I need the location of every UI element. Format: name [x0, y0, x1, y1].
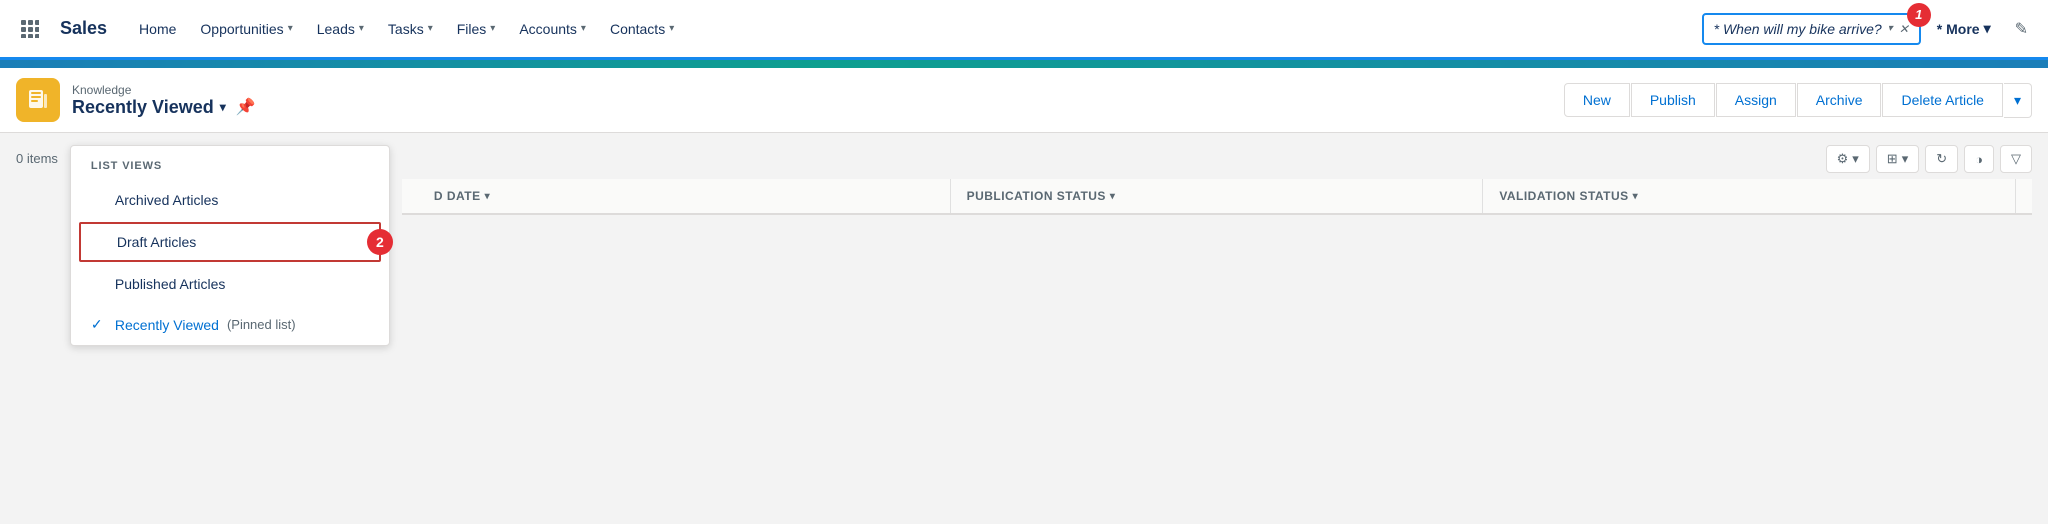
recently-viewed-label: Recently Viewed [115, 317, 219, 333]
list-item-archived[interactable]: Archived Articles [71, 180, 389, 220]
items-count: 0 items [16, 145, 58, 166]
refresh-button[interactable]: ↻ [1925, 145, 1958, 173]
active-tab-label: * When will my bike arrive? [1714, 21, 1882, 37]
main-content: Knowledge Recently Viewed ▾ 📌 New Publis… [0, 68, 2048, 358]
pinned-label: (Pinned list) [227, 317, 296, 332]
published-articles-label: Published Articles [115, 276, 226, 292]
publish-button[interactable]: Publish [1631, 83, 1715, 117]
close-tab-button[interactable]: ✕ [1899, 22, 1909, 36]
nav-accounts-label: Accounts [519, 21, 577, 37]
col-validation-label: Validation Status [1499, 189, 1628, 203]
nav-home-label: Home [139, 21, 176, 37]
nav-item-files[interactable]: Files ▾ [445, 13, 508, 45]
col-publication-label: Publication Status [967, 189, 1106, 203]
chevron-down-icon: ▾ [1902, 151, 1909, 167]
edit-icon[interactable]: ✎ [2007, 11, 2036, 47]
actions-dropdown-button[interactable]: ▾ [2004, 83, 2032, 118]
knowledge-module-icon [16, 78, 60, 122]
settings-button[interactable]: ⚙ ▾ [1826, 145, 1870, 173]
draft-articles-label: Draft Articles [117, 234, 196, 250]
list-views-dropdown: LIST VIEWS Archived Articles Draft Artic… [70, 145, 390, 346]
chevron-down-icon: ▾ [669, 23, 674, 34]
chevron-down-icon: ▾ [288, 23, 293, 34]
assign-button[interactable]: Assign [1716, 83, 1796, 117]
nav-more-button[interactable]: * More ▾ [1925, 12, 2003, 45]
filter-icon: ▽ [2011, 151, 2021, 167]
table-tools-row: ⚙ ▾ ⊞ ▾ ↻ ◑ ▽ [402, 145, 2032, 173]
col-header-validation-status[interactable]: Validation Status ▾ [1483, 179, 2016, 213]
nav-item-leads[interactable]: Leads ▾ [305, 13, 376, 45]
nav-active-tab[interactable]: * When will my bike arrive? ▾ ✕ 1 [1702, 13, 1921, 45]
grid-icon[interactable] [12, 11, 48, 47]
filter-button[interactable]: ▽ [2000, 145, 2032, 173]
module-name: Knowledge [72, 83, 256, 97]
nav-item-contacts[interactable]: Contacts ▾ [598, 13, 686, 45]
view-selector[interactable]: Recently Viewed ▾ 📌 [72, 97, 256, 118]
column-headers: d Date ▾ Publication Status ▾ Validation… [402, 179, 2032, 215]
breadcrumb-area: Knowledge Recently Viewed ▾ 📌 [72, 83, 256, 118]
list-views-header: LIST VIEWS [71, 146, 389, 180]
chevron-down-icon: ▾ [1984, 20, 1991, 37]
chart-icon: ◑ [1975, 152, 1983, 167]
toolbar-row: Knowledge Recently Viewed ▾ 📌 New Publis… [0, 68, 2048, 133]
nav-more-label: * More [1937, 21, 1980, 37]
chevron-down-icon: ▾ [1852, 151, 1859, 167]
nav-files-label: Files [457, 21, 487, 37]
delete-article-button[interactable]: Delete Article [1882, 83, 2002, 117]
list-item-draft[interactable]: Draft Articles 2 [79, 222, 381, 262]
chevron-down-icon: ▾ [1633, 191, 1639, 202]
charts-button[interactable]: ◑ [1964, 145, 1994, 173]
nav-contacts-label: Contacts [610, 21, 665, 37]
chevron-down-icon: ▾ [490, 23, 495, 34]
chevron-down-icon: ▾ [1110, 191, 1116, 202]
nav-bar: Sales Home Opportunities ▾ Leads ▾ Tasks… [0, 0, 2048, 60]
new-button[interactable]: New [1564, 83, 1630, 117]
nav-item-opportunities[interactable]: Opportunities ▾ [188, 13, 304, 45]
nav-item-home[interactable]: Home [127, 13, 188, 45]
chevron-down-icon: ▾ [1888, 23, 1893, 34]
columns-button[interactable]: ⊞ ▾ [1876, 145, 1919, 173]
step-badge-1: 1 [1907, 3, 1931, 27]
view-name: Recently Viewed [72, 97, 214, 118]
chevron-down-icon: ▾ [485, 191, 491, 202]
content-area: 0 items LIST VIEWS Archived Articles Dra… [0, 133, 2048, 358]
col-date-label: d Date [434, 189, 481, 203]
nav-item-tasks[interactable]: Tasks ▾ [376, 13, 445, 45]
step-badge-2: 2 [367, 229, 393, 255]
table-area: ⚙ ▾ ⊞ ▾ ↻ ◑ ▽ d Da [402, 145, 2032, 215]
nav-tasks-label: Tasks [388, 21, 424, 37]
check-icon: ✓ [91, 316, 107, 333]
gear-icon: ⚙ [1837, 151, 1849, 167]
col-header-date[interactable]: d Date ▾ [418, 179, 951, 213]
nav-item-accounts[interactable]: Accounts ▾ [507, 13, 598, 45]
columns-icon: ⊞ [1887, 151, 1898, 167]
nav-items: Home Opportunities ▾ Leads ▾ Tasks ▾ Fil… [127, 13, 1694, 45]
toolbar-actions: New Publish Assign Archive Delete Articl… [1564, 83, 2032, 118]
nav-opportunities-label: Opportunities [200, 21, 283, 37]
list-item-recently-viewed[interactable]: ✓ Recently Viewed (Pinned list) [71, 304, 389, 345]
chevron-down-icon: ▾ [428, 23, 433, 34]
chevron-down-icon: ▾ [581, 23, 586, 34]
refresh-icon: ↻ [1936, 151, 1947, 167]
archive-button[interactable]: Archive [1797, 83, 1882, 117]
chevron-down-icon: ▾ [220, 100, 226, 114]
archived-articles-label: Archived Articles [115, 192, 218, 208]
pin-icon: 📌 [236, 97, 256, 117]
nav-gradient-divider [0, 60, 2048, 68]
col-header-publication-status[interactable]: Publication Status ▾ [951, 179, 1484, 213]
chevron-down-icon: ▾ [359, 23, 364, 34]
app-name[interactable]: Sales [52, 18, 115, 39]
list-item-published[interactable]: Published Articles [71, 264, 389, 304]
nav-leads-label: Leads [317, 21, 355, 37]
